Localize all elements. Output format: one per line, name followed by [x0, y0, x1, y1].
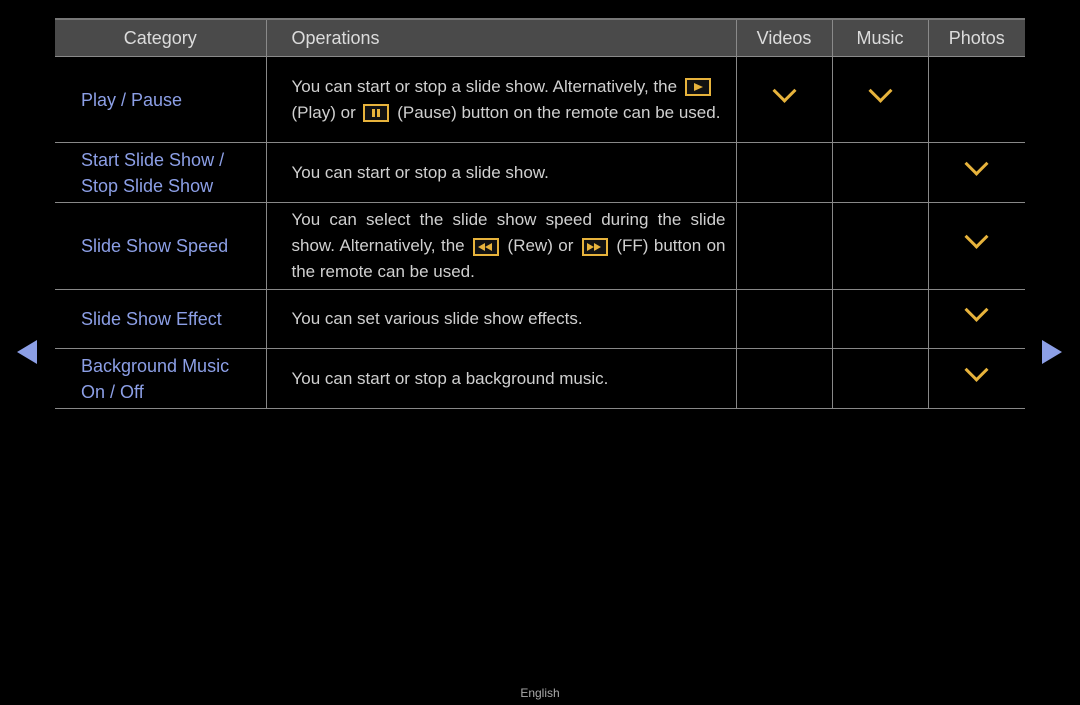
photos-cell: [927, 289, 1025, 349]
pause-button-icon: [363, 104, 390, 123]
header-videos: Videos: [735, 18, 833, 57]
videos-cell: [735, 142, 832, 203]
ops-text: (Play) or: [291, 102, 356, 122]
table-row: Slide Show Speed You can select the slid…: [55, 202, 1025, 290]
check-icon: [771, 78, 797, 103]
header-music: Music: [831, 18, 929, 57]
feature-table: Category Operations Videos Music Photos …: [55, 18, 1025, 409]
next-page-icon[interactable]: [1042, 340, 1062, 364]
music-cell: [831, 142, 928, 203]
check-icon: [964, 297, 989, 322]
operations-cell: You can start or stop a slide show.: [265, 142, 736, 203]
table-row: Start Slide Show / Stop Slide Show You c…: [55, 142, 1025, 203]
ops-text: (Pause) button on the remote can be used…: [397, 102, 721, 122]
footer-language: English: [520, 686, 560, 700]
table-row: Background Music On / Off You can start …: [55, 348, 1025, 409]
header-operations: Operations: [265, 18, 737, 57]
category-cell: Start Slide Show / Stop Slide Show: [55, 142, 266, 203]
category-cell: Slide Show Speed: [55, 202, 266, 290]
check-icon: [964, 357, 989, 382]
rewind-button-icon: [473, 237, 500, 256]
operations-cell: You can start or stop a background music…: [265, 348, 736, 409]
table-row: Slide Show Effect You can set various sl…: [55, 289, 1025, 349]
check-icon: [867, 78, 893, 103]
check-icon: [964, 224, 989, 249]
operations-cell: You can select the slide show speed duri…: [265, 202, 736, 290]
videos-cell: [735, 289, 832, 349]
music-cell: [831, 348, 928, 409]
category-cell: Play / Pause: [55, 56, 266, 143]
category-cell: Background Music On / Off: [55, 348, 266, 409]
photos-cell: [927, 202, 1025, 290]
header-photos: Photos: [927, 18, 1025, 57]
photos-cell: [927, 56, 1025, 143]
music-cell: [831, 202, 928, 290]
videos-cell: [735, 348, 832, 409]
music-cell: [831, 289, 928, 349]
videos-cell: [735, 202, 832, 290]
table-row: Play / Pause You can start or stop a sli…: [55, 56, 1025, 143]
photos-cell: [927, 142, 1025, 203]
fast-forward-button-icon: [581, 237, 608, 256]
header-category: Category: [55, 18, 267, 57]
ops-text: (Rew) or: [507, 236, 574, 255]
previous-page-icon[interactable]: [17, 340, 37, 364]
table-header-row: Category Operations Videos Music Photos: [55, 18, 1025, 57]
play-button-icon: [684, 78, 711, 97]
photos-cell: [927, 348, 1025, 409]
videos-cell: [735, 56, 832, 143]
music-cell: [831, 56, 928, 143]
operations-cell: You can set various slide show effects.: [265, 289, 736, 349]
operations-cell: You can start or stop a slide show. Alte…: [265, 56, 736, 143]
ops-text: You can start or stop a slide show. Alte…: [291, 76, 678, 96]
check-icon: [964, 151, 989, 176]
category-cell: Slide Show Effect: [55, 289, 266, 349]
